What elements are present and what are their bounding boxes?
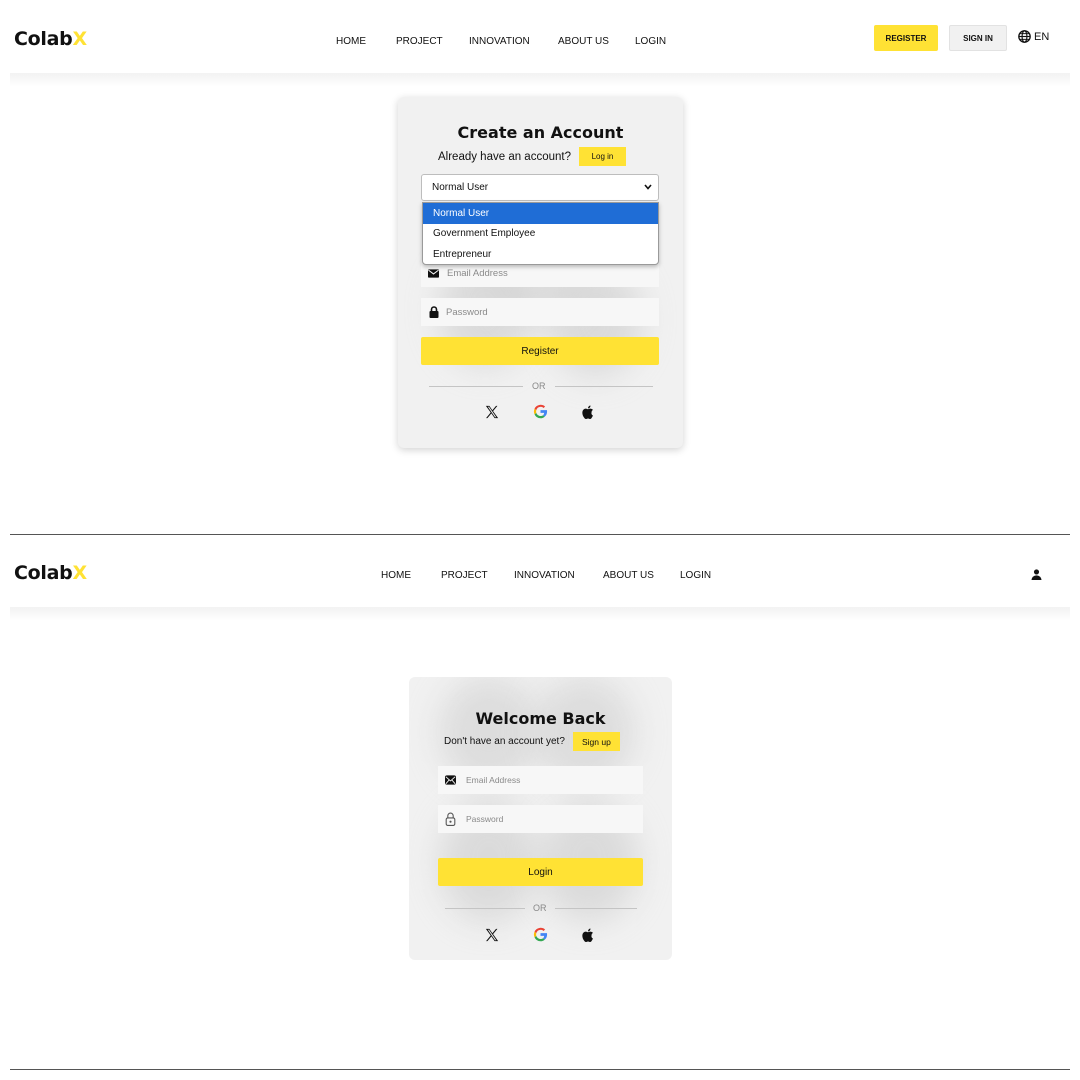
password-placeholder: Password	[446, 306, 488, 318]
social-login	[485, 927, 594, 942]
user-icon[interactable]	[1031, 569, 1042, 580]
google-icon[interactable]	[533, 404, 548, 419]
globe-icon	[1018, 30, 1031, 43]
nav-login[interactable]: LOGIN	[680, 570, 711, 581]
page-title: Create an Account	[457, 123, 624, 142]
screen-divider	[10, 1069, 1070, 1070]
password-placeholder: Password	[466, 814, 504, 824]
nav-login[interactable]: LOGIN	[635, 36, 666, 47]
user-type-select[interactable]: Normal User	[421, 174, 659, 201]
social-login	[485, 404, 594, 419]
nav-about-us[interactable]: ABOUT US	[558, 36, 635, 47]
x-icon[interactable]	[485, 928, 499, 942]
divider-line	[554, 385, 653, 387]
log-in-link[interactable]: Log in	[578, 147, 626, 166]
login-prompt-text: Already have an account?	[438, 150, 571, 163]
logo-text: Colab	[14, 28, 73, 50]
email-field[interactable]: Email Address	[438, 766, 643, 794]
signup-prompt-text: Don't have an account yet?	[444, 736, 565, 747]
logo[interactable]: ColabX	[14, 28, 87, 50]
nav-about-us[interactable]: ABOUT US	[603, 570, 680, 581]
or-divider: OR	[429, 381, 653, 391]
email-placeholder: Email Address	[466, 775, 521, 785]
divider-line	[445, 907, 525, 909]
lock-icon	[429, 306, 439, 318]
or-divider: OR	[445, 903, 637, 913]
chevron-down-icon	[644, 184, 652, 190]
page-title: Welcome Back	[475, 709, 606, 728]
sign-up-link[interactable]: Sign up	[572, 732, 620, 751]
signup-prompt: Don't have an account yet? Sign up	[444, 732, 620, 751]
header-shadow	[10, 607, 1070, 621]
option-government-employee[interactable]: Government Employee	[423, 224, 658, 245]
x-icon[interactable]	[485, 405, 499, 419]
apple-icon[interactable]	[581, 405, 594, 419]
nav-project[interactable]: PROJECT	[396, 36, 469, 47]
login-prompt: Already have an account? Log in	[438, 147, 626, 166]
main-nav: HOME PROJECT INNOVATION ABOUT US LOGIN	[381, 570, 711, 581]
language-selector[interactable]: EN	[1018, 30, 1049, 43]
register-submit-button[interactable]: Register	[421, 337, 659, 365]
logo[interactable]: ColabX	[14, 562, 87, 584]
lock-icon	[445, 812, 456, 826]
divider-line	[429, 385, 523, 387]
nav-home[interactable]: HOME	[381, 570, 441, 581]
password-field[interactable]: Password	[438, 805, 643, 833]
user-type-value: Normal User	[432, 182, 489, 193]
login-submit-button[interactable]: Login	[438, 858, 643, 886]
register-button[interactable]: REGISTER	[874, 25, 938, 51]
nav-innovation[interactable]: INNOVATION	[514, 570, 603, 581]
sign-in-button[interactable]: SIGN IN	[949, 25, 1007, 51]
user-type-dropdown: Normal User Government Employee Entrepre…	[422, 202, 659, 265]
screen-divider	[10, 534, 1070, 535]
envelope-icon	[428, 269, 439, 278]
option-entrepreneur[interactable]: Entrepreneur	[423, 244, 658, 264]
password-field[interactable]: Password	[421, 298, 659, 326]
logo-accent: X	[72, 562, 87, 584]
or-label: OR	[532, 381, 546, 391]
nav-innovation[interactable]: INNOVATION	[469, 36, 558, 47]
language-label: EN	[1034, 30, 1050, 43]
google-icon[interactable]	[533, 927, 548, 942]
envelope-icon	[445, 775, 456, 785]
header-shadow	[10, 73, 1070, 87]
email-placeholder: Email Address	[447, 268, 508, 279]
logo-text: Colab	[14, 562, 73, 584]
option-normal-user[interactable]: Normal User	[423, 203, 658, 224]
main-nav: HOME PROJECT INNOVATION ABOUT US LOGIN	[336, 36, 666, 47]
nav-home[interactable]: HOME	[336, 36, 396, 47]
or-label: OR	[533, 903, 547, 913]
login-card: Welcome Back Don't have an account yet? …	[409, 677, 672, 960]
logo-accent: X	[72, 28, 87, 50]
divider-line	[554, 907, 637, 909]
apple-icon[interactable]	[581, 928, 594, 942]
nav-project[interactable]: PROJECT	[441, 570, 514, 581]
